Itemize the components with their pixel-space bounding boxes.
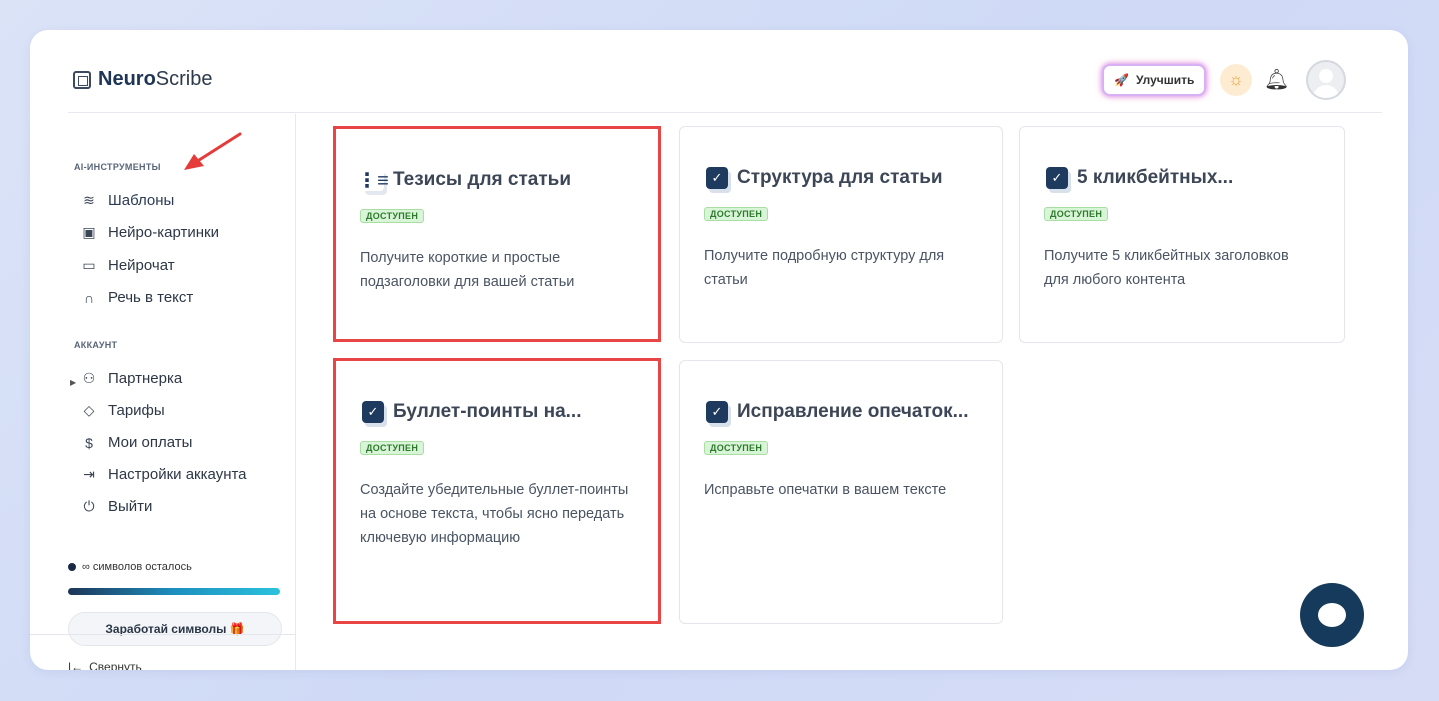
caret-right-icon[interactable]: ▶ [70, 378, 76, 387]
section-title-ai: AI-ИНСТРУМЕНТЫ [74, 162, 161, 172]
headphones-icon: ∩ [83, 289, 95, 306]
sidebar-item-speech-to-text[interactable]: ∩ Речь в текст [80, 289, 193, 306]
logo[interactable]: NeuroScribe [73, 68, 213, 91]
card-description: Получите 5 кликбейтных заголовков для лю… [1044, 248, 1289, 288]
section-title-account: АККАУНТ [74, 340, 118, 350]
users-icon: ⚇ [82, 370, 96, 386]
bell-icon[interactable]: 🔔︎ [1264, 67, 1289, 92]
rocket-icon: 🚀 [1114, 73, 1129, 87]
top-bar: NeuroScribe 🚀 Улучшить ☼ 🔔︎ [68, 30, 1382, 113]
status-badge: ДОСТУПЕН [704, 441, 769, 455]
sidebar-item-label: Партнерка [108, 370, 183, 387]
sidebar-item-neurochat[interactable]: ▭ Нейрочат [80, 257, 175, 274]
chat-widget-button[interactable] [1300, 583, 1364, 647]
card-title: ✓ 5 кликбейтных... [1046, 167, 1233, 189]
template-card[interactable]: ✓ 5 кликбейтных... ДОСТУПЕН Получите 5 к… [1019, 126, 1345, 343]
template-card[interactable]: ✓ Исправление опечаток... ДОСТУПЕН Испра… [679, 360, 1003, 624]
template-card[interactable]: ✓ Буллет-поинты на... ДОСТУПЕН Создайте … [333, 358, 661, 624]
card-title: ✓ Буллет-поинты на... [362, 401, 582, 423]
dollar-icon: $ [85, 434, 93, 451]
card-description: Создайте убедительные буллет-поинты на о… [360, 482, 629, 546]
annotation-arrow [184, 132, 242, 170]
card-title-text: Структура для статьи [737, 167, 943, 188]
sidebar-item-payments[interactable]: $ Мои оплаты [80, 434, 192, 451]
status-badge: ДОСТУПЕН [1044, 207, 1109, 221]
checkbox-icon: ✓ [1046, 167, 1068, 189]
sidebar-item-label: Тарифы [108, 402, 165, 419]
logo-icon [73, 70, 91, 89]
card-description: Исправьте опечатки в вашем тексте [704, 482, 947, 498]
card-title-text: Тезисы для статьи [393, 169, 572, 190]
theme-toggle-sun-icon[interactable]: ☼ [1220, 64, 1252, 96]
card-title-text: Исправление опечаток... [737, 401, 969, 422]
status-badge: ДОСТУПЕН [360, 441, 425, 455]
list-ordered-icon: ⋮≡ [357, 169, 389, 192]
checkbox-icon: ✓ [362, 401, 384, 423]
chat-icon: ▭ [82, 257, 96, 273]
power-icon: ⏻ [83, 498, 95, 514]
tag-icon: ◇ [83, 402, 95, 418]
sidebar-item-label: Мои оплаты [108, 434, 193, 451]
card-title-text: Буллет-поинты на... [393, 401, 582, 422]
checkbox-icon: ✓ [706, 167, 728, 189]
sidebar-item-label: Нейрочат [108, 257, 175, 274]
collapse-label: Свернуть [89, 660, 142, 670]
card-title-text: 5 кликбейтных... [1077, 167, 1234, 188]
sidebar-item-partners[interactable]: ⚇ Партнерка [80, 370, 183, 387]
sidebar-item-label: Шаблоны [108, 192, 175, 209]
sidebar-item-account-settings[interactable]: ⇥ Настройки аккаунта [80, 466, 247, 483]
status-badge: ДОСТУПЕН [704, 207, 769, 221]
layers-icon: ≋ [83, 192, 95, 208]
sidebar-item-label: Выйти [108, 498, 153, 515]
sidebar: AI-ИНСТРУМЕНТЫ ≋ Шаблоны ▣ Нейро-картинк… [30, 114, 296, 670]
sidebar-item-label: Речь в текст [108, 289, 194, 306]
symbols-progress-bar [68, 588, 280, 595]
symbols-remaining-label: ∞ символов осталось [82, 561, 192, 573]
earn-symbols-button[interactable]: Заработай символы 🎁 [68, 612, 282, 646]
divider [30, 634, 296, 635]
avatar[interactable] [1306, 60, 1346, 100]
symbols-remaining: ∞ символов осталось [68, 561, 192, 573]
image-icon: ▣ [82, 224, 96, 240]
brand-bold: Neuro [98, 68, 156, 90]
status-badge: ДОСТУПЕН [360, 209, 425, 223]
app-window: NeuroScribe 🚀 Улучшить ☼ 🔔︎ AI-ИНСТРУМЕН… [30, 30, 1408, 670]
upgrade-label: Улучшить [1135, 73, 1195, 87]
sidebar-item-label: Настройки аккаунта [108, 466, 247, 483]
status-dot [68, 563, 76, 571]
login-icon: ⇥ [83, 466, 95, 482]
collapse-sidebar-button[interactable]: |← Свернуть [68, 660, 142, 670]
sidebar-item-logout[interactable]: ⏻ Выйти [80, 498, 152, 515]
card-title: ✓ Исправление опечаток... [706, 401, 968, 423]
sidebar-item-label: Нейро-картинки [108, 224, 219, 241]
upgrade-button[interactable]: 🚀 Улучшить [1102, 64, 1207, 96]
sidebar-item-neuro-images[interactable]: ▣ Нейро-картинки [80, 224, 219, 241]
template-card[interactable]: ⋮≡ Тезисы для статьи ДОСТУПЕН Получите к… [333, 126, 661, 342]
card-title: ⋮≡ Тезисы для статьи [357, 169, 572, 192]
template-card[interactable]: ✓ Структура для статьи ДОСТУПЕН Получите… [679, 126, 1003, 343]
card-title: ✓ Структура для статьи [706, 167, 943, 189]
sidebar-item-templates[interactable]: ≋ Шаблоны [80, 192, 174, 209]
brand-rest: Scribe [155, 68, 213, 90]
sidebar-item-tariffs[interactable]: ◇ Тарифы [80, 402, 165, 419]
checkbox-icon: ✓ [706, 401, 728, 423]
card-description: Получите короткие и простые подзаголовки… [360, 250, 575, 290]
collapse-icon: |← [68, 660, 84, 670]
card-description: Получите подробную структуру для статьи [704, 248, 945, 288]
